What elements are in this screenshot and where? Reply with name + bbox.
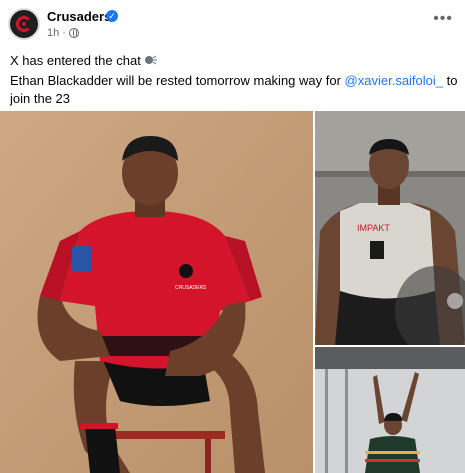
player-seated-illustration: CRUSADERS xyxy=(0,111,313,473)
photo-main[interactable]: CRUSADERS xyxy=(0,111,313,473)
more-options-button[interactable]: ••• xyxy=(433,10,453,28)
post-time[interactable]: 1h xyxy=(47,27,59,39)
post-text-line-1: X has entered the chat xyxy=(10,53,158,68)
vest-brand-text: IMPAKT xyxy=(357,223,390,233)
photo-bottom-right[interactable] xyxy=(315,347,465,473)
player-training-illustration: IMPAKT xyxy=(315,111,465,345)
globe-icon xyxy=(68,28,79,38)
player-catching-illustration xyxy=(315,347,465,473)
photo-top-right[interactable]: IMPAKT xyxy=(315,111,465,345)
jersey-sponsor-text: CRUSADERS xyxy=(175,285,207,291)
verified-badge-icon: ✓ xyxy=(106,10,118,22)
speaking-head-icon xyxy=(145,55,158,65)
post-text-1: X has entered the chat xyxy=(10,53,141,68)
post-meta: 1h · xyxy=(47,27,79,39)
super-rugby-badge-icon xyxy=(72,246,92,272)
page-name[interactable]: Crusaders xyxy=(47,9,111,24)
page-avatar[interactable] xyxy=(8,8,40,40)
post-header: Crusaders ✓ 1h · ••• xyxy=(0,0,465,44)
post-text-line-2: Ethan Blackadder will be rested tomorrow… xyxy=(10,73,458,106)
mention-link[interactable]: @xavier.saifoloi_ xyxy=(345,73,443,88)
